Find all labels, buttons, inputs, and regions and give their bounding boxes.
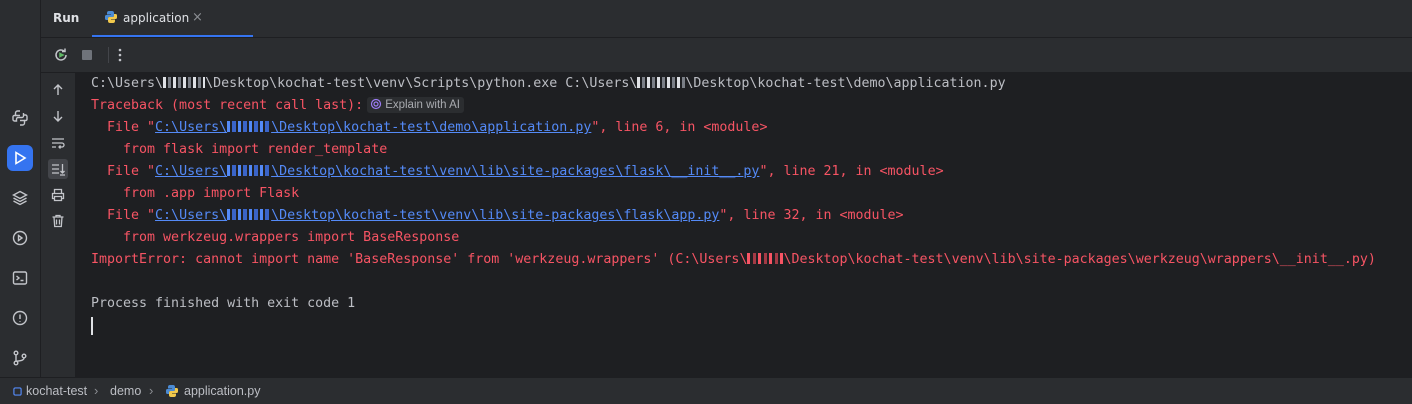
stop-button[interactable] <box>78 46 96 64</box>
command-text: \Desktop\kochat-test\venv\Scripts\python… <box>205 76 638 91</box>
tab-label: application <box>123 11 190 25</box>
console-actions <box>41 73 76 378</box>
rerun-button[interactable] <box>52 46 70 64</box>
python-file-icon <box>105 11 117 23</box>
process-finished-line: Process finished with exit code 1 <box>91 296 356 311</box>
redacted-username <box>227 209 272 220</box>
tab-active-indicator <box>92 35 253 37</box>
breadcrumb-folder[interactable]: demo <box>110 384 141 398</box>
clear-all-button[interactable] <box>48 211 68 231</box>
redacted-username <box>747 253 784 264</box>
file-link-text: \Desktop\kochat-test\venv\lib\site-packa… <box>271 164 760 179</box>
run-panel-title: Run <box>53 11 80 25</box>
ai-assistant-icon <box>371 98 382 110</box>
traceback-code: from werkzeug.wrappers import BaseRespon… <box>91 230 460 245</box>
arrow-down-icon <box>53 111 63 122</box>
soft-wrap-button[interactable] <box>48 133 68 153</box>
git-icon[interactable] <box>7 345 33 371</box>
file-link[interactable]: C:\Users\ \Desktop\kochat-test\venv\lib\s… <box>155 208 719 223</box>
explain-with-ai-button[interactable]: Explain with AI <box>367 97 464 113</box>
traceback-frame: File "C:\Users\ \Desktop\kochat-test\venv… <box>91 207 904 225</box>
error-text: \Desktop\kochat-test\venv\lib\site-packa… <box>783 252 1376 267</box>
layers-icon[interactable] <box>7 185 33 211</box>
problems-icon[interactable] <box>7 305 33 331</box>
traceback-text: Traceback (most recent call last): <box>91 98 364 113</box>
file-link-text: C:\Users\ <box>155 164 228 179</box>
traceback-frame: File "C:\Users\ \Desktop\kochat-test\demo… <box>91 119 767 137</box>
explain-with-ai-label: Explain with AI <box>385 99 460 111</box>
file-link-text: C:\Users\ <box>155 120 228 135</box>
terminal-icon[interactable] <box>7 265 33 291</box>
import-error-line: ImportError: cannot import name 'BaseRes… <box>91 251 1376 269</box>
command-line: C:\Users\ \Desktop\kochat-test\venv\Scrip… <box>91 75 1006 93</box>
traceback-header: Traceback (most recent call last): Explai… <box>91 97 464 115</box>
scroll-down-button[interactable] <box>48 106 68 126</box>
redacted-username <box>227 121 272 132</box>
rerun-icon <box>55 48 67 61</box>
frame-prefix: File " <box>91 120 156 135</box>
more-options-button[interactable] <box>111 46 129 64</box>
traceback-frame: File "C:\Users\ \Desktop\kochat-test\venv… <box>91 163 944 181</box>
python-file-icon <box>166 385 178 397</box>
breadcrumb-file-label: application.py <box>184 384 261 398</box>
frame-prefix: File " <box>91 208 156 223</box>
frame-prefix: File " <box>91 164 156 179</box>
file-link-text: C:\Users\ <box>155 208 228 223</box>
scroll-to-end-icon <box>52 164 65 176</box>
command-text: \Desktop\kochat-test\demo\application.py <box>685 76 1006 91</box>
frame-suffix: ", line 32, in <module> <box>719 208 904 223</box>
chevron-right-icon: › <box>149 383 154 398</box>
traceback-code: from .app import Flask <box>91 186 300 201</box>
tab-application[interactable]: application × <box>92 0 253 37</box>
run-icon[interactable] <box>7 145 33 171</box>
text-cursor <box>91 317 93 335</box>
traceback-code: from flask import render_template <box>91 142 388 157</box>
scroll-to-end-button[interactable] <box>48 159 68 179</box>
soft-wrap-icon <box>52 138 65 149</box>
module-icon <box>13 386 22 396</box>
trash-icon <box>52 214 64 228</box>
command-text: C:\Users\ <box>91 76 164 91</box>
file-link-text: \Desktop\kochat-test\demo\application.py <box>271 120 592 135</box>
python-console-icon[interactable] <box>7 105 33 131</box>
console-output[interactable]: C:\Users\ \Desktop\kochat-test\venv\Scrip… <box>76 73 1412 378</box>
close-icon[interactable]: × <box>192 10 203 25</box>
chevron-right-icon: › <box>94 383 99 398</box>
breadcrumb-project-label: kochat-test <box>26 384 88 398</box>
tool-window-bar <box>0 0 41 378</box>
file-link[interactable]: C:\Users\ \Desktop\kochat-test\demo\appli… <box>155 120 591 135</box>
breadcrumb-file[interactable]: application.py <box>165 384 260 398</box>
redacted-username <box>227 165 272 176</box>
toolbar-separator <box>108 47 109 63</box>
frame-suffix: ", line 21, in <module> <box>759 164 944 179</box>
file-link[interactable]: C:\Users\ \Desktop\kochat-test\venv\lib\s… <box>155 164 759 179</box>
stop-icon <box>82 50 92 60</box>
breadcrumb-project[interactable]: kochat-test <box>13 384 87 398</box>
breadcrumb-folder-label: demo <box>110 384 142 398</box>
error-text: ImportError: cannot import name 'BaseRes… <box>91 252 748 267</box>
run-toolbar <box>41 38 1412 73</box>
arrow-up-icon <box>53 84 63 95</box>
redacted-username <box>637 77 686 88</box>
file-link-text: \Desktop\kochat-test\venv\lib\site-packa… <box>271 208 720 223</box>
print-icon <box>51 188 65 202</box>
print-button[interactable] <box>48 185 68 205</box>
status-bar: kochat-test › demo › application.py <box>0 377 1412 404</box>
frame-suffix: ", line 6, in <module> <box>591 120 768 135</box>
more-vertical-icon <box>118 48 122 62</box>
run-tool-window-header: Run application × <box>41 0 1412 38</box>
redacted-username <box>163 77 206 88</box>
services-icon[interactable] <box>7 225 33 251</box>
scroll-up-button[interactable] <box>48 80 68 100</box>
